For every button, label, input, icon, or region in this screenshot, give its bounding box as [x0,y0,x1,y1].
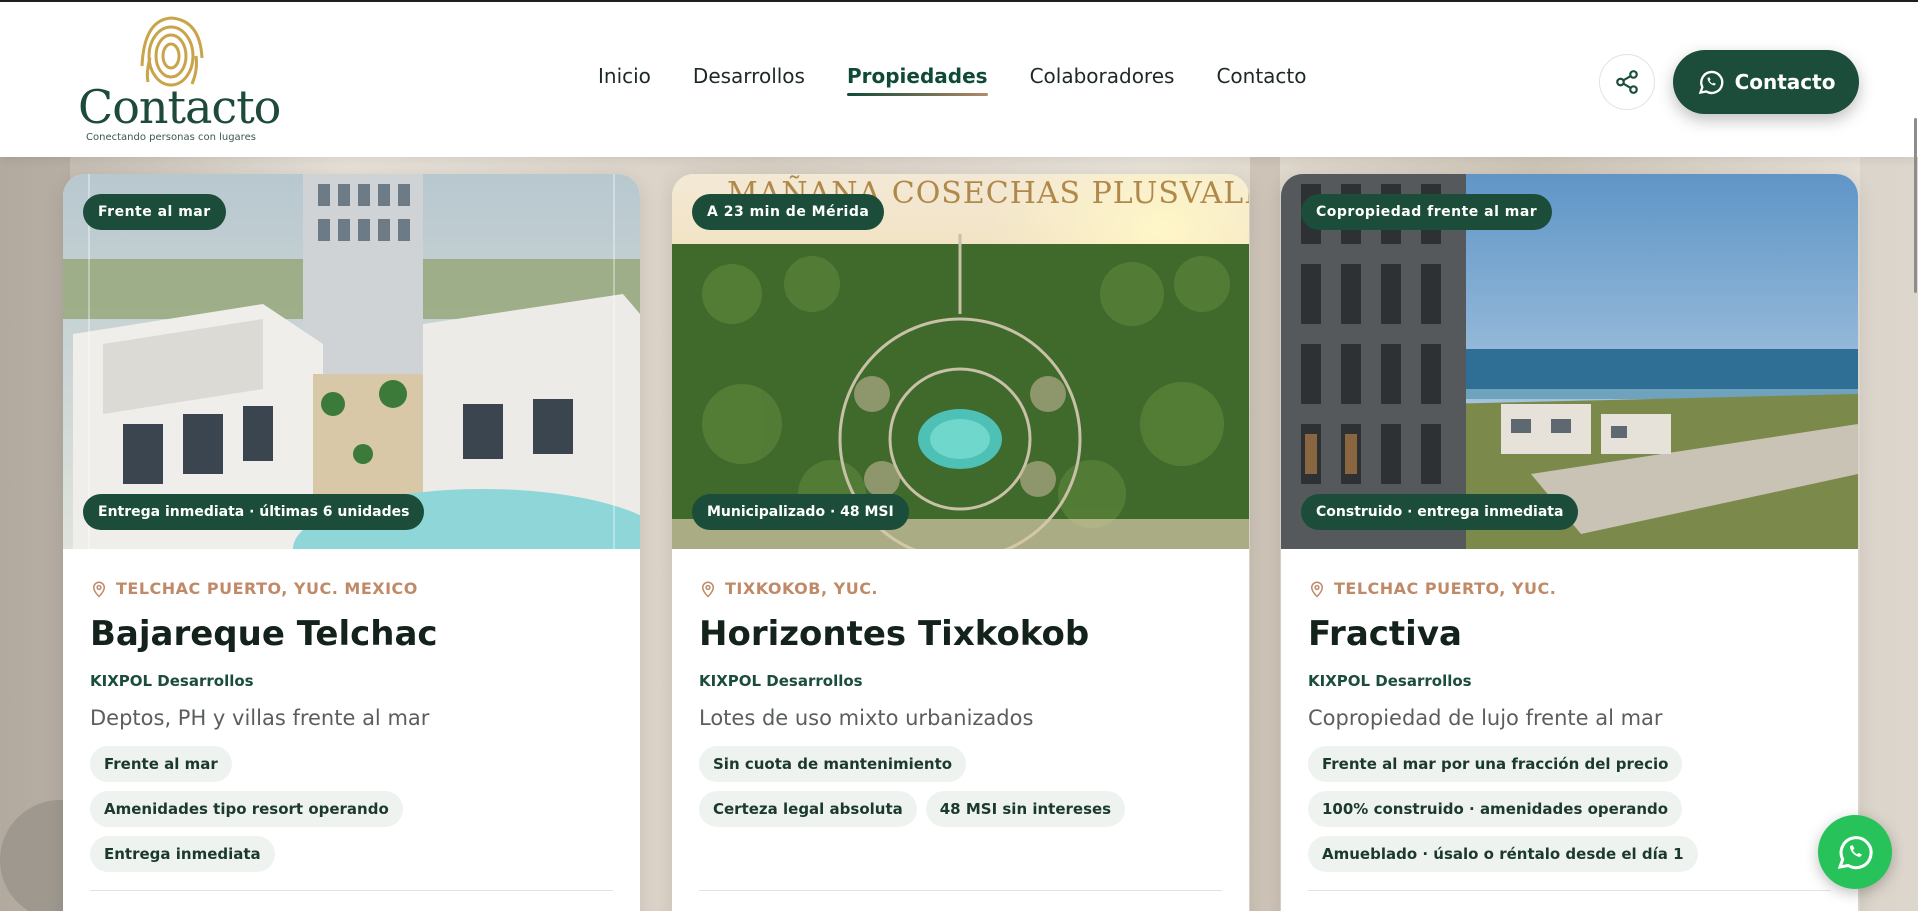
property-card-bajareque[interactable]: Frente al mar Entrega inmediata · última… [63,174,640,911]
property-title[interactable]: Horizontes Tixkokob [699,614,1222,654]
property-title[interactable]: Bajareque Telchac [90,614,613,654]
property-description: Copropiedad de lujo frente al mar [1308,706,1663,730]
feature-tag: Sin cuota de mantenimiento [699,746,967,782]
location-text: TELCHAC PUERTO, YUC. MEXICO [116,579,418,598]
site-header: Contacto Conectando personas con lugares… [0,2,1918,157]
share-button[interactable] [1599,54,1655,110]
nav-item-colaboradores[interactable]: Colaboradores [1030,64,1175,88]
tag-list: Frente al mar por una fracción del preci… [1308,746,1708,872]
badge-bottom: Entrega inmediata · últimas 6 unidades [83,494,425,530]
whatsapp-icon [1837,836,1873,870]
feature-tag: Entrega inmediata [90,836,275,872]
contact-button-label: Contacto [1734,70,1836,94]
location-row: TIXKOKOB, YUC. [699,579,1222,598]
feature-tag: Frente al mar [90,746,232,782]
feature-tag: Certeza legal absoluta [699,791,917,827]
feature-tag: 100% construido · amenidades operando [1308,791,1683,827]
badge-top: Frente al mar [83,194,226,230]
nav-item-contacto[interactable]: Contacto [1216,64,1306,88]
logo-tagline: Conectando personas con lugares [86,132,256,143]
location-row: TELCHAC PUERTO, YUC. MEXICO [90,579,613,598]
property-card-fractiva[interactable]: Copropiedad frente al mar Construido · e… [1281,174,1858,911]
feature-tag: Amenidades tipo resort operando [90,791,403,827]
logo-wordmark: Contacto [78,80,281,134]
location-row: TELCHAC PUERTO, YUC. [1308,579,1831,598]
brand-logo[interactable]: Contacto Conectando personas con lugares [74,14,281,148]
feature-tag: 48 MSI sin intereses [925,791,1126,827]
property-image: MAÑANA COSECHAS PLUSVALÍA. [672,174,1249,549]
badge-bottom: Construido · entrega inmediata [1301,494,1579,530]
developer-name: KIXPOL Desarrollos [90,672,254,690]
contact-whatsapp-button[interactable]: Contacto [1673,50,1859,114]
developer-name: KIXPOL Desarrollos [1308,672,1472,690]
location-text: TELCHAC PUERTO, YUC. [1334,579,1557,598]
tag-list: Sin cuota de mantenimiento Certeza legal… [699,746,1169,827]
share-icon [1616,70,1638,94]
badge-top: Copropiedad frente al mar [1301,194,1553,230]
page-scrollbar[interactable] [1914,118,1917,293]
location-pin-icon [1310,581,1324,598]
whatsapp-icon [1698,70,1723,95]
nav-item-desarrollos[interactable]: Desarrollos [693,64,805,88]
feature-tag: Frente al mar por una fracción del preci… [1308,746,1683,782]
feature-tag: Amueblado · úsalo o réntalo desde el día… [1308,836,1698,872]
property-title[interactable]: Fractiva [1308,614,1831,654]
main-nav: Inicio Desarrollos Propiedades Colaborad… [598,64,1307,96]
card-divider [1308,890,1831,891]
card-divider [699,890,1222,891]
badge-top: A 23 min de Mérida [692,194,885,230]
property-description: Deptos, PH y villas frente al mar [90,706,430,730]
property-image [1281,174,1858,549]
property-description: Lotes de uso mixto urbanizados [699,706,1034,730]
tag-list: Frente al mar Amenidades tipo resort ope… [90,746,520,872]
location-text: TIXKOKOB, YUC. [725,579,879,598]
badge-bottom: Municipalizado · 48 MSI [692,494,909,530]
floating-whatsapp-button[interactable] [1818,815,1892,889]
property-card-horizontes[interactable]: MAÑANA COSECHAS PLUSVALÍA. A 23 min de M… [672,174,1249,911]
location-pin-icon [92,581,106,598]
property-image [63,174,640,549]
nav-item-inicio[interactable]: Inicio [598,64,651,88]
location-pin-icon [701,581,715,598]
card-divider [90,890,613,891]
nav-item-propiedades[interactable]: Propiedades [846,64,988,96]
developer-name: KIXPOL Desarrollos [699,672,863,690]
